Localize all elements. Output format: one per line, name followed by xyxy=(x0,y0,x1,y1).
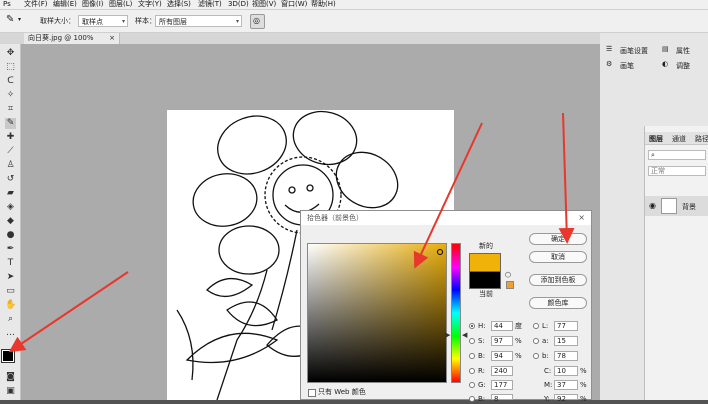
arrow-to-ok-button xyxy=(558,112,575,244)
arrow-to-foreground-swatch xyxy=(8,271,129,353)
annotation-arrows xyxy=(8,112,575,353)
arrow-to-color-field xyxy=(413,122,483,269)
